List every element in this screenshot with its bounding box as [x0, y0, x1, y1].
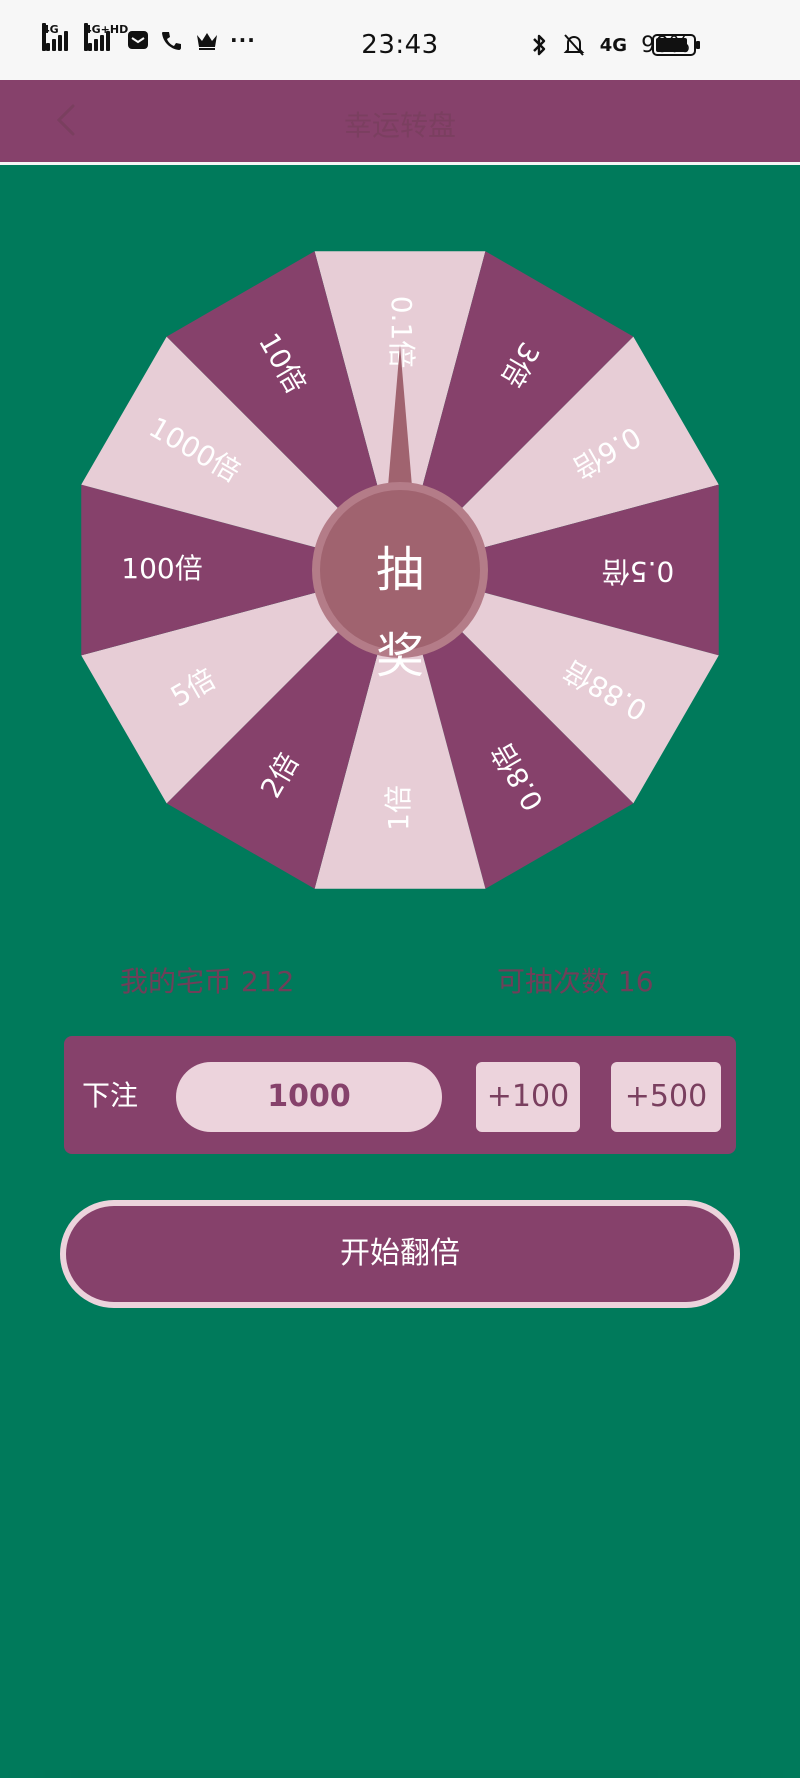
info-line: 我的宅币 212 可抽次数 16	[0, 960, 800, 1000]
bet-panel: 下注 1000 +100 +500	[64, 1036, 736, 1154]
add-100-button[interactable]: +100	[476, 1062, 580, 1132]
prize-wheel-svg: 0.1倍 3倍0.6倍0.5倍0.88倍0.8倍1倍2倍5倍100倍1000倍10…	[81, 251, 719, 889]
coins-info: 我的宅币 212	[120, 960, 294, 1000]
status-bar: 4G 4G+HD ··· 23:43 4G	[0, 0, 800, 80]
add-500-button[interactable]: +500	[611, 1062, 721, 1132]
spins-info: 可抽次数 16	[497, 960, 654, 1000]
prize-wheel: 0.1倍 3倍 0.6倍 0.5倍 0.88倍 0.8倍 1倍 2倍 5倍 100倍 1000倍 10…	[60, 230, 740, 910]
wheel-segment-label: 0.1倍	[385, 296, 418, 369]
battery-level	[656, 38, 687, 52]
coins-value: 212	[240, 965, 295, 998]
spin-button[interactable]	[320, 490, 480, 650]
wheel-segment-label: 100倍	[121, 552, 202, 585]
app-bar: 幸运转盘	[0, 80, 800, 165]
spins-value: 16	[617, 965, 654, 998]
mute-bell-icon	[563, 34, 585, 56]
network-type: 4G	[599, 34, 628, 56]
coins-label: 我的宅币	[120, 965, 233, 998]
bottom-area	[0, 1770, 800, 1778]
spins-label: 可抽次数	[497, 965, 610, 998]
start-double-button[interactable]: 开始翻倍	[60, 1200, 740, 1308]
wheel-segment-label: 1倍	[382, 785, 415, 831]
battery-icon	[652, 34, 700, 56]
bet-amount-input[interactable]: 1000	[176, 1062, 442, 1132]
bluetooth-icon	[532, 34, 545, 56]
page-title: 幸运转盘	[343, 109, 456, 142]
bet-label: 下注	[82, 1079, 139, 1112]
wheel-segment-label: 0.5倍	[602, 555, 675, 588]
